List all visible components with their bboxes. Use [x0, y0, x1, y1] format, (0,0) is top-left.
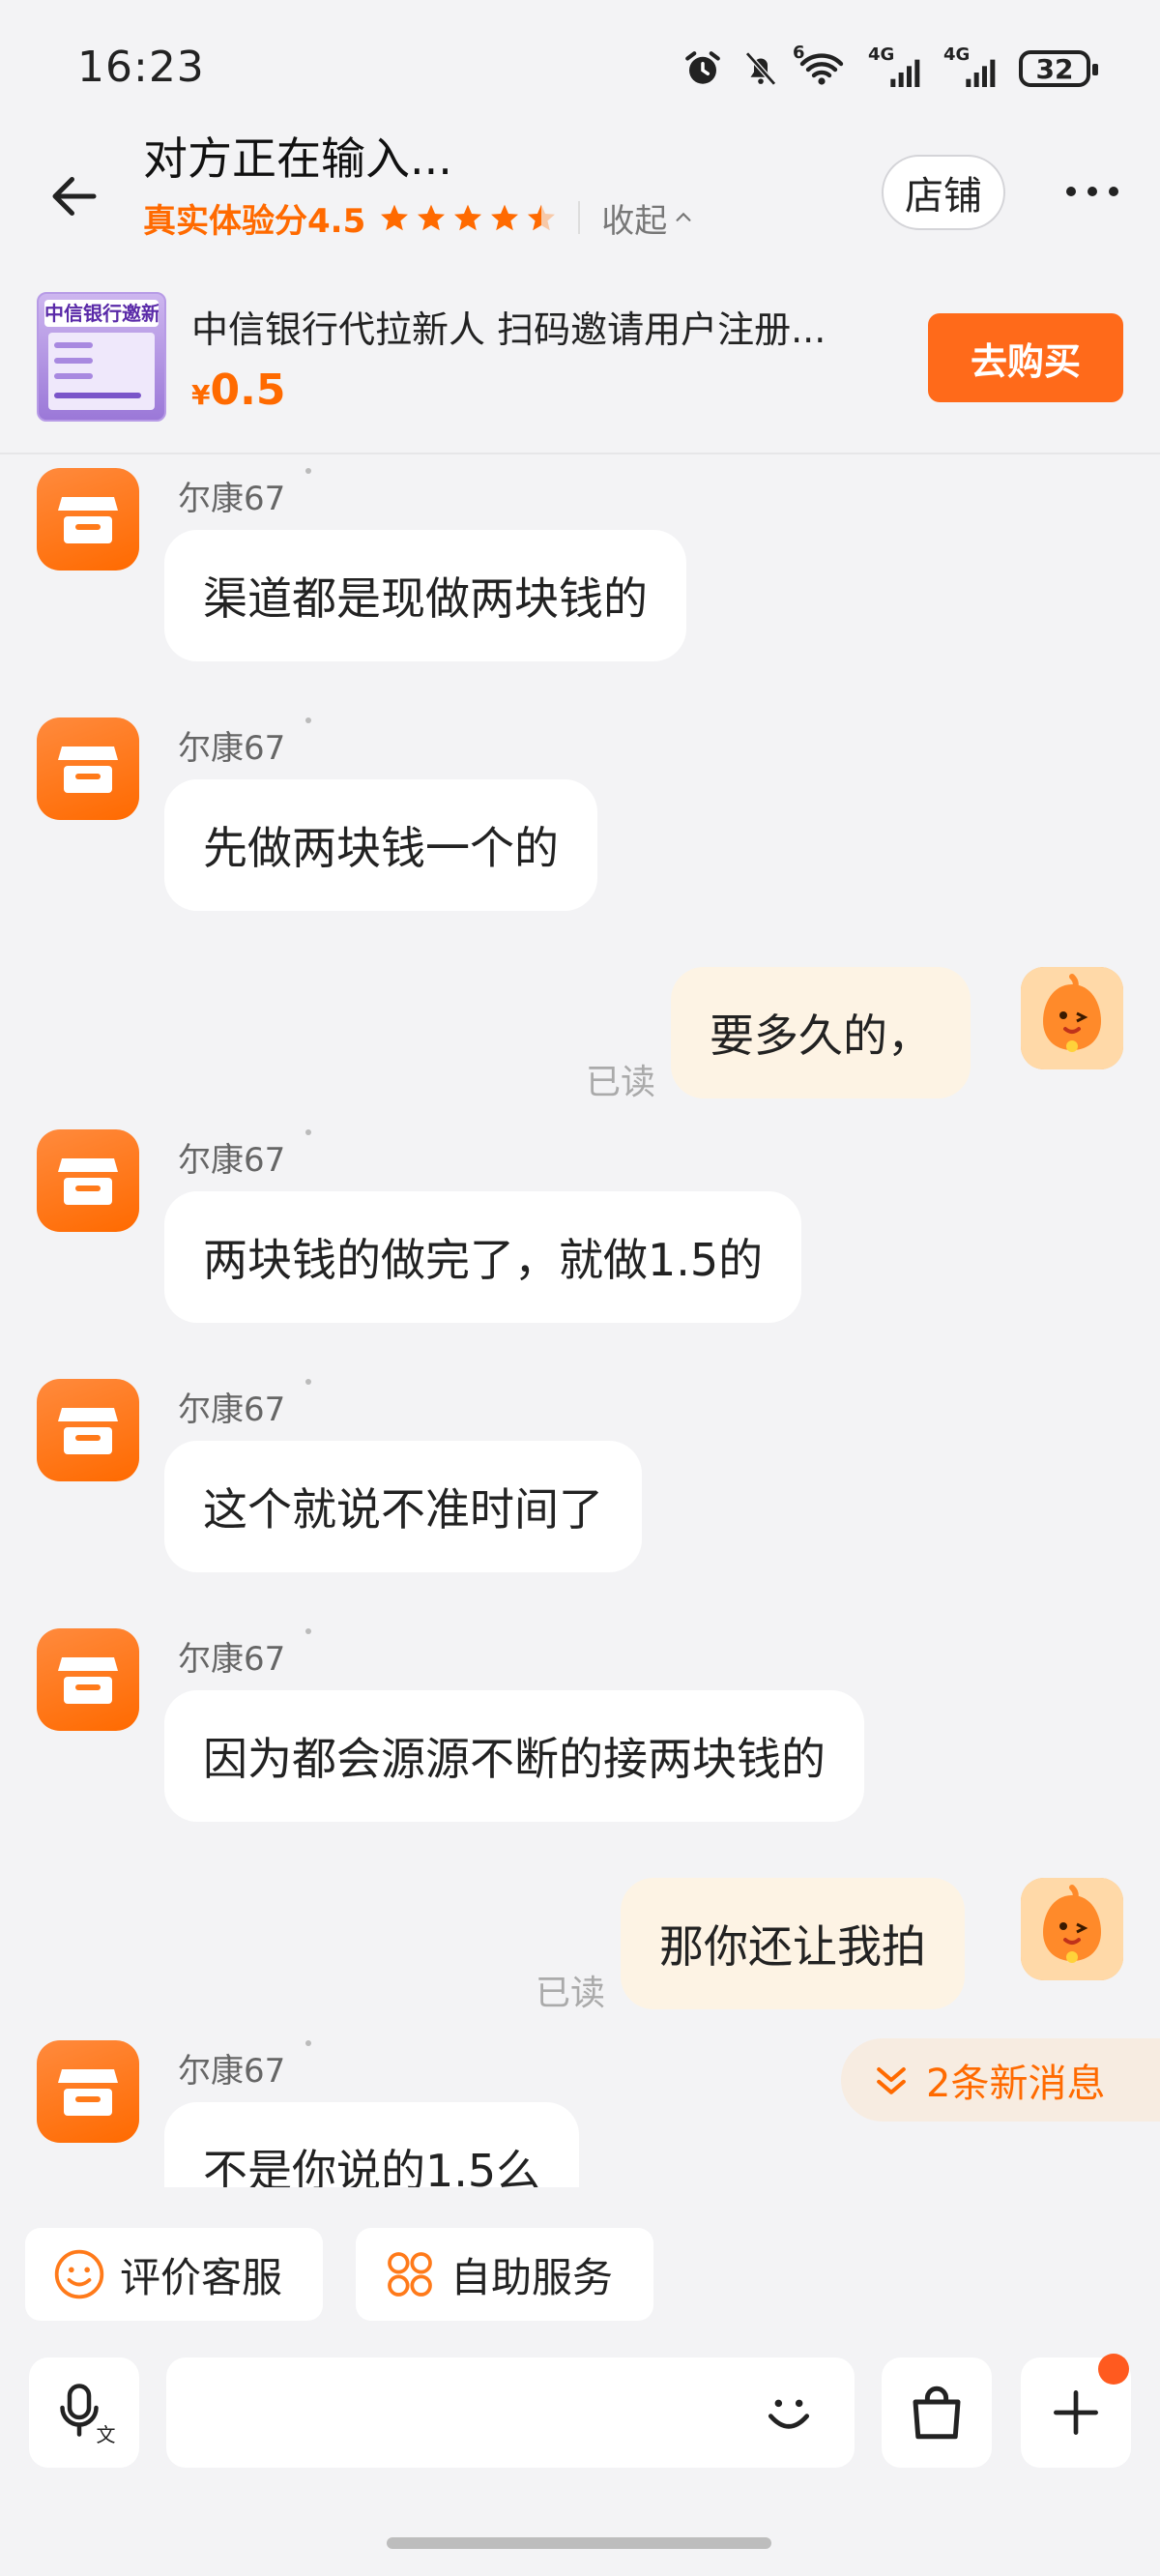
back-arrow-icon: [52, 177, 97, 216]
new-messages-button[interactable]: 2条新消息: [841, 2038, 1160, 2122]
status-time: 16:23: [77, 43, 205, 92]
shop-avatar[interactable]: [37, 1628, 139, 1731]
sender-name: 尔康67: [178, 1390, 286, 1429]
store-icon: [58, 1408, 118, 1454]
half-star-icon: [528, 204, 556, 231]
product-card[interactable]: 中信银行邀新 中信银行代拉新人 扫码邀请用户注册... ¥ 0.5 去购买: [0, 277, 1160, 454]
sender-dot: [305, 1628, 311, 1634]
store-icon: [58, 1657, 118, 1704]
thumbnail-title: 中信银行邀新: [44, 300, 159, 327]
emoji-icon: [768, 2399, 810, 2429]
buy-button[interactable]: 去购买: [928, 313, 1123, 402]
message-bubble[interactable]: 因为都会源源不断的接两块钱的: [164, 1690, 864, 1822]
store-icon: [58, 746, 118, 793]
bottom-panel: 评价客服 自助服务 文: [0, 2187, 1160, 2576]
sender-dot: [305, 717, 311, 723]
notification-dot: [1098, 2354, 1129, 2385]
thumbnail-line: [54, 358, 93, 364]
product-price: ¥ 0.5: [191, 366, 285, 415]
shop-avatar[interactable]: [37, 2040, 139, 2143]
star-icon: [491, 204, 519, 231]
shopping-bag-button[interactable]: [882, 2357, 992, 2468]
input-row: 文: [0, 2354, 1160, 2470]
star-icon: [454, 204, 482, 231]
wifi-badge: 6: [793, 43, 805, 63]
price-value: 0.5: [210, 366, 286, 415]
thumbnail-line: [54, 373, 93, 379]
back-button[interactable]: [39, 161, 110, 232]
new-messages-label: 2条新消息: [926, 2062, 1106, 2106]
experience-score: 真实体验分4.5: [143, 201, 366, 241]
smile-icon: [54, 2249, 104, 2299]
my-message-bubble[interactable]: 要多久的，: [671, 967, 971, 1098]
plus-icon: [1054, 2390, 1098, 2435]
more-button[interactable]: [1054, 170, 1131, 213]
store-icon: [58, 2069, 118, 2116]
mascot-avatar-icon: [1021, 967, 1123, 1069]
rate-service-button[interactable]: 评价客服: [25, 2228, 323, 2321]
message-bubble[interactable]: 两块钱的做完了，就做1.5的: [164, 1191, 802, 1323]
shop-avatar[interactable]: [37, 717, 139, 820]
shopping-bag-icon: [913, 2386, 961, 2440]
my-avatar[interactable]: [1021, 1878, 1123, 1980]
voice-to-text-icon: 文: [60, 2384, 116, 2446]
sender-name: 尔康67: [178, 1640, 286, 1679]
sender-name: 尔康67: [178, 729, 286, 768]
chat-title: 对方正在输入...: [143, 132, 452, 185]
alarm-icon: [685, 51, 720, 84]
status-icons: 6 4G 4G 32: [682, 43, 1098, 93]
wifi-icon: 6: [793, 43, 851, 89]
product-thumbnail: 中信银行邀新: [37, 292, 166, 422]
home-indicator[interactable]: [387, 2537, 771, 2549]
price-currency: ¥: [191, 379, 211, 411]
mute-bell-icon: [745, 51, 776, 86]
star-icon: [381, 204, 409, 231]
sender-dot: [305, 1379, 311, 1385]
sender-dot: [305, 468, 311, 474]
self-service-button[interactable]: 自助服务: [356, 2228, 653, 2321]
rating-stars: [379, 202, 557, 233]
grid-apps-icon: [388, 2252, 432, 2297]
sender-name: 尔康67: [178, 480, 286, 518]
chevron-up-icon: [676, 212, 691, 221]
shop-avatar[interactable]: [37, 1379, 139, 1481]
sender-name: 尔康67: [178, 2052, 286, 2091]
more-dots-icon: [1066, 187, 1118, 196]
sender-dot: [305, 2040, 311, 2046]
message-bubble[interactable]: 先做两块钱一个的: [164, 779, 597, 911]
signal-2-icon: 4G: [943, 44, 1001, 89]
read-status: 已读: [536, 1974, 606, 2013]
rating-row: 真实体验分4.5 收起: [143, 193, 694, 242]
sender-dot: [305, 1129, 311, 1135]
store-button[interactable]: 店铺: [882, 155, 1005, 230]
divider: [578, 201, 581, 234]
svg-text:文: 文: [97, 2423, 116, 2446]
message-bubble[interactable]: 渠道都是现做两块钱的: [164, 530, 686, 661]
store-icon: [58, 1158, 118, 1205]
store-icon: [58, 497, 118, 543]
emoji-button[interactable]: [750, 2375, 827, 2452]
my-message-bubble[interactable]: 那你还让我拍: [621, 1878, 965, 2009]
voice-input-button[interactable]: 文: [29, 2357, 139, 2468]
sender-name: 尔康67: [178, 1141, 286, 1180]
star-icon: [418, 204, 446, 231]
battery-icon: 32: [1019, 50, 1098, 87]
product-title: 中信银行代拉新人 扫码邀请用户注册...: [191, 308, 826, 351]
double-chevron-down-icon: [877, 2066, 906, 2094]
my-avatar[interactable]: [1021, 967, 1123, 1069]
signal-1-icon: 4G: [868, 44, 926, 89]
thumbnail-body: [48, 333, 155, 410]
mascot-avatar-icon: [1021, 1878, 1123, 1980]
shop-avatar[interactable]: [37, 468, 139, 571]
shop-avatar[interactable]: [37, 1129, 139, 1232]
read-status: 已读: [586, 1063, 656, 1102]
collapse-button[interactable]: 收起: [601, 194, 694, 242]
message-bubble[interactable]: 这个就说不准时间了: [164, 1441, 642, 1572]
thumbnail-line: [54, 342, 93, 348]
thumbnail-line: [54, 393, 141, 398]
